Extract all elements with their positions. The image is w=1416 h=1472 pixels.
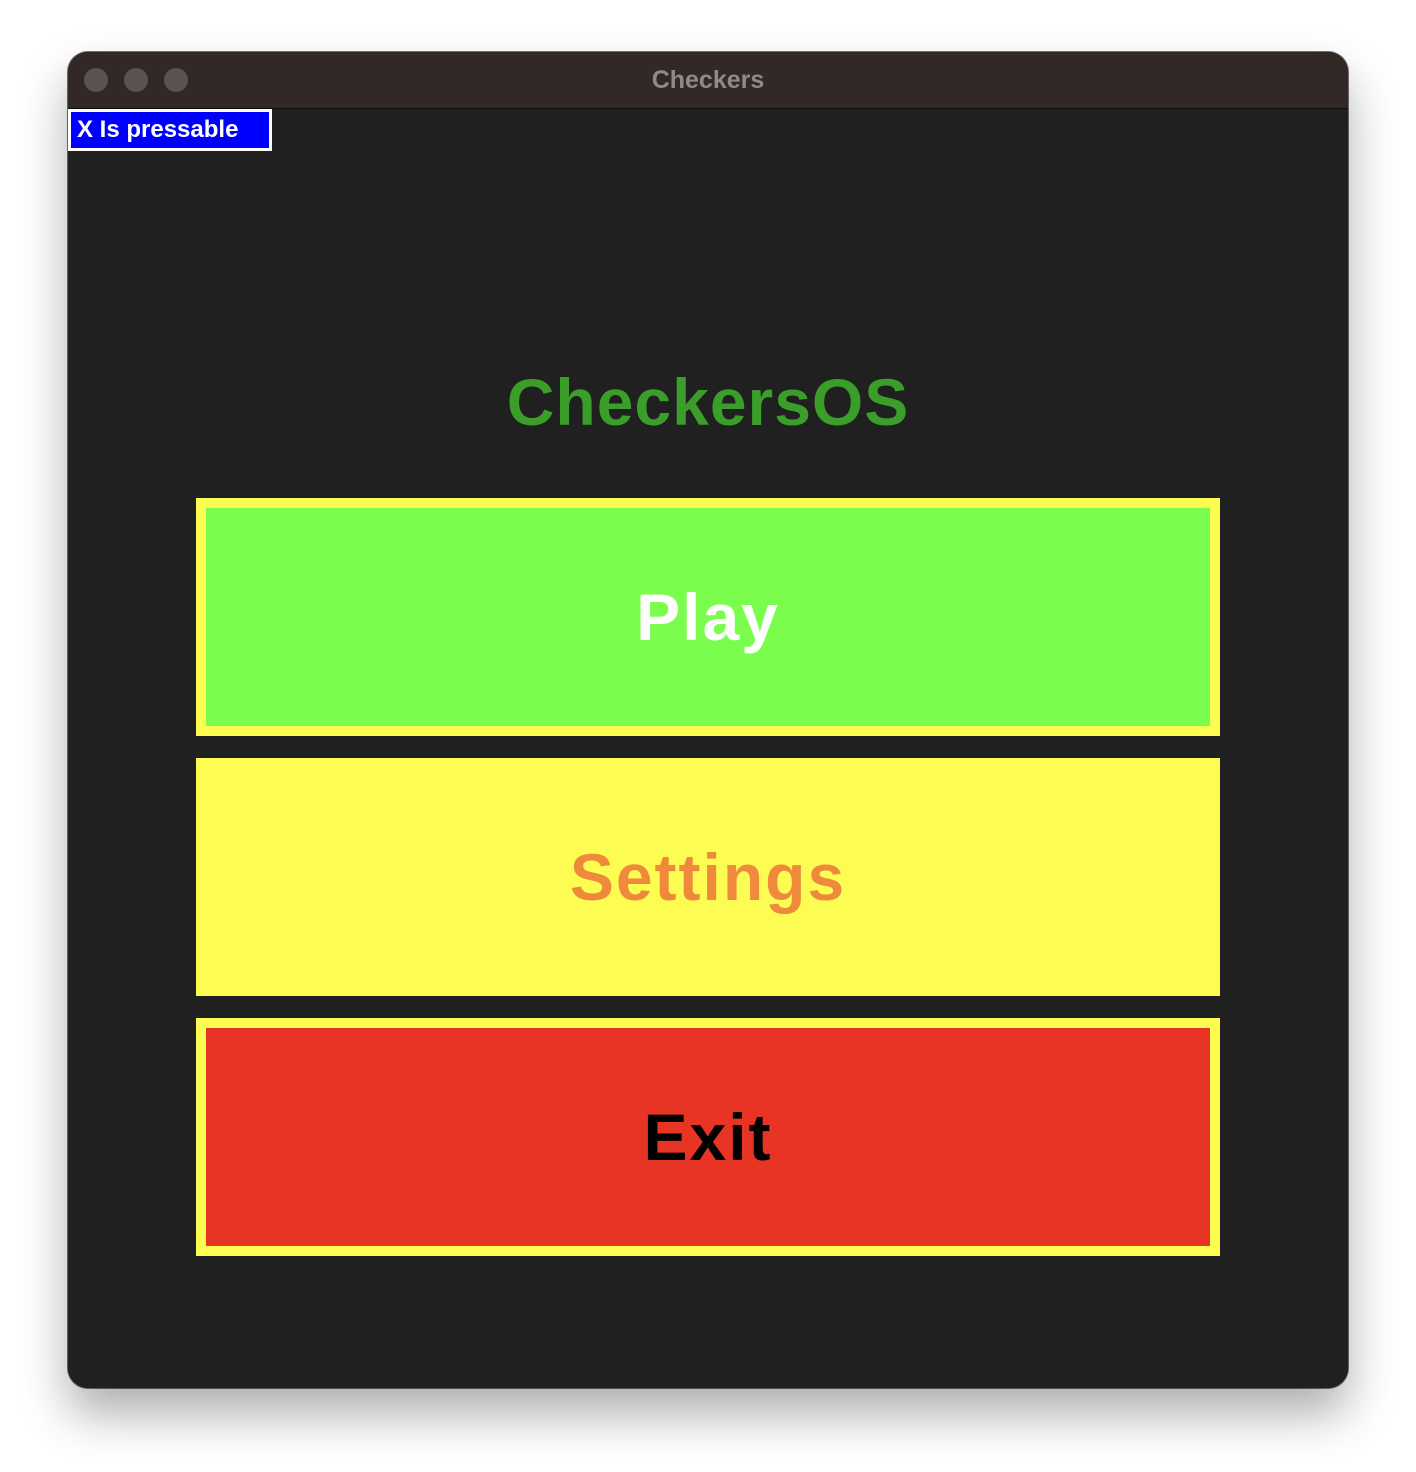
- settings-button-label: Settings: [569, 840, 847, 914]
- play-button-label: Play: [636, 580, 780, 654]
- title-bar: Checkers: [68, 52, 1348, 109]
- keyboard-hint-label: X Is pressable: [68, 109, 272, 151]
- app-title: CheckersOS: [506, 365, 910, 439]
- app-window: Checkers X Is pressable CheckersOS Play …: [68, 52, 1348, 1388]
- settings-button[interactable]: Settings: [196, 758, 1220, 996]
- exit-button-label: Exit: [643, 1100, 773, 1174]
- play-button[interactable]: Play: [196, 498, 1220, 736]
- exit-button[interactable]: Exit: [196, 1018, 1220, 1256]
- window-title: Checkers: [651, 66, 765, 94]
- main-menu: X Is pressable CheckersOS Play Settings …: [68, 109, 1348, 1388]
